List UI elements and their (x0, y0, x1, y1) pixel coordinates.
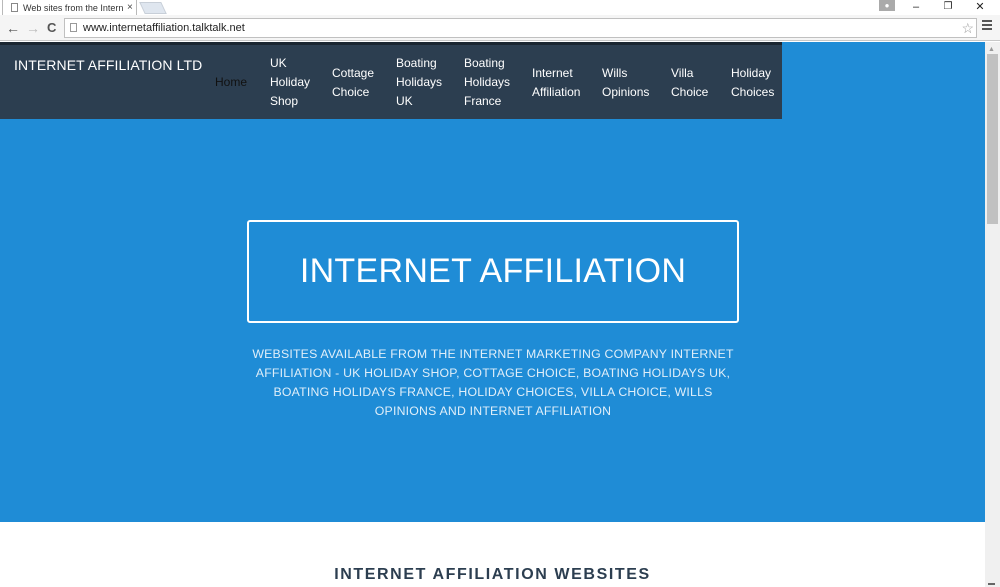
scroll-up-arrow-icon[interactable]: ▲ (988, 46, 995, 53)
tab-close-icon[interactable]: × (127, 2, 133, 13)
nav-item-cottage-choice[interactable]: Cottage Choice (332, 64, 374, 102)
navbar: INTERNET AFFILIATION LTD Home UK Holiday… (0, 42, 782, 119)
nav-item-home[interactable]: Home (215, 73, 247, 92)
close-window-button[interactable]: ✕ (970, 0, 990, 14)
nav-label: UK (270, 56, 287, 70)
nav-label: Holiday (270, 75, 311, 89)
scrollbar-thumb[interactable] (987, 54, 998, 224)
address-bar[interactable]: www.internetaffiliation.talktalk.net ☆ (64, 18, 977, 38)
nav-label: Choices (731, 85, 775, 99)
nav-label: Cottage (332, 66, 375, 80)
page-viewport: INTERNET AFFILIATION LTD Home UK Holiday… (0, 42, 985, 587)
vertical-scrollbar[interactable]: ▲ (985, 42, 1000, 587)
nav-item-internet-affiliation[interactable]: Internet Affiliation (532, 64, 580, 102)
nav-item-boating-holidays-france[interactable]: Boating Holidays France (464, 54, 510, 111)
nav-label: Wills (602, 66, 628, 80)
nav-label: Holidays (464, 75, 511, 89)
nav-label: Holiday (731, 66, 772, 80)
nav-label: Holidays (396, 75, 443, 89)
nav-label: UK (396, 94, 413, 108)
nav-label: Internet (532, 66, 573, 80)
nav-label: Affiliation (532, 85, 581, 99)
url-text[interactable]: www.internetaffiliation.talktalk.net (83, 22, 245, 34)
nav-label: Villa (671, 66, 694, 80)
nav-label: Choice (671, 85, 709, 99)
hero-tagline: WEBSITES AVAILABLE FROM THE INTERNET MAR… (252, 347, 734, 418)
page-icon (11, 3, 18, 12)
nav-item-villa-choice[interactable]: Villa Choice (671, 64, 708, 102)
nav-label: France (464, 94, 502, 108)
nav-item-uk-holiday-shop[interactable]: UK Holiday Shop (270, 54, 310, 111)
nav-item-boating-holidays-uk[interactable]: Boating Holidays UK (396, 54, 442, 111)
nav-label: Home (215, 75, 248, 89)
nav-item-wills-opinions[interactable]: Wills Opinions (602, 64, 649, 102)
forward-button[interactable]: → (26, 19, 40, 37)
tab-title: Web sites from the Interne (23, 2, 123, 13)
browser-menu-icon[interactable] (982, 20, 992, 32)
hero-title-box: INTERNET AFFILIATION (247, 220, 739, 323)
nav-label: Boating (396, 56, 437, 70)
new-tab-button[interactable] (139, 2, 167, 14)
brand-logo[interactable]: INTERNET AFFILIATION LTD (14, 57, 202, 73)
reload-button[interactable]: C (47, 19, 56, 37)
nav-label: Shop (270, 94, 299, 108)
hero-section: INTERNET AFFILIATION LTD Home UK Holiday… (0, 42, 985, 522)
browser-toolbar: ← → C www.internetaffiliation.talktalk.n… (0, 15, 1000, 41)
user-profile-icon[interactable]: ● (879, 0, 895, 11)
minimize-button[interactable]: – (906, 0, 926, 14)
scroll-down-arrow-icon[interactable] (988, 583, 995, 585)
restore-button[interactable]: ❐ (938, 0, 958, 14)
bookmark-star-icon[interactable]: ☆ (961, 19, 974, 37)
nav-item-holiday-choices[interactable]: Holiday Choices (731, 64, 774, 102)
nav-label: Choice (332, 85, 370, 99)
nav-label: Boating (464, 56, 505, 70)
tab-strip: Web sites from the Interne × ● – ❐ ✕ (0, 0, 1000, 15)
browser-tab[interactable]: Web sites from the Interne × (2, 0, 137, 15)
nav-label: Opinions (602, 85, 650, 99)
back-button[interactable]: ← (6, 19, 20, 37)
hero-title: INTERNET AFFILIATION (299, 252, 687, 290)
page-info-icon (70, 23, 77, 32)
section-title: INTERNET AFFILIATION WEBSITES (334, 566, 651, 583)
